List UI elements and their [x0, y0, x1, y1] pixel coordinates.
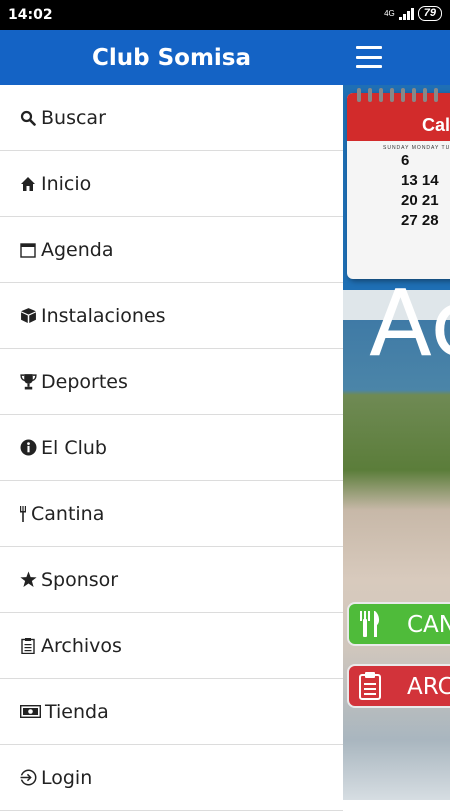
menu-item-label: Buscar	[41, 106, 106, 129]
network-type: 4G	[384, 8, 395, 18]
cantina-button[interactable]: CAN	[347, 602, 450, 646]
menu-item-archivos[interactable]: Archivos	[0, 613, 343, 679]
menu-item-sponsor[interactable]: Sponsor	[0, 547, 343, 613]
calendar-numbers: 6 13 14 20 21 27 28	[401, 152, 439, 229]
menu-item-tienda[interactable]: Tienda	[0, 679, 343, 745]
status-icons: 4G 79	[384, 6, 442, 21]
search-icon	[19, 109, 37, 127]
drawer-title: Club Somisa	[91, 44, 252, 71]
money-icon	[19, 703, 41, 721]
menu-item-label: Instalaciones	[41, 304, 166, 327]
menu-item-label: Deportes	[41, 370, 128, 393]
app-bar	[343, 30, 450, 85]
menu-item-label: Cantina	[31, 502, 105, 525]
club-photo	[343, 320, 450, 800]
agenda-banner[interactable]: Cal SUNDAY MONDAY TUESDA 6 13 14 20 21 2…	[343, 85, 450, 290]
menu-item-label: El Club	[41, 436, 107, 459]
menu-item-label: Login	[41, 766, 93, 789]
cantina-button-label: CAN	[407, 612, 450, 638]
menu-item-instalaciones[interactable]: Instalaciones	[0, 283, 343, 349]
banner-text: Ac	[369, 270, 450, 377]
menu-item-label: Inicio	[41, 172, 92, 195]
signal-icon	[398, 7, 414, 20]
navigation-drawer: Club Somisa Buscar Inicio Agenda Instala…	[0, 30, 343, 811]
calendar-image: Cal SUNDAY MONDAY TUESDA 6 13 14 20 21 2…	[347, 88, 450, 279]
menu-item-buscar[interactable]: Buscar	[0, 85, 343, 151]
menu-icon[interactable]	[356, 46, 382, 68]
battery-icon: 79	[417, 6, 442, 21]
cube-icon	[19, 307, 37, 325]
menu-item-deportes[interactable]: Deportes	[0, 349, 343, 415]
menu-item-agenda[interactable]: Agenda	[0, 217, 343, 283]
clipboard-icon	[19, 637, 37, 655]
status-time: 14:02	[8, 7, 53, 23]
main-content: Cal SUNDAY MONDAY TUESDA 6 13 14 20 21 2…	[343, 30, 450, 800]
menu-item-cantina[interactable]: Cantina	[0, 481, 343, 547]
menu-item-login[interactable]: Login	[0, 745, 343, 811]
drawer-header: Club Somisa	[0, 30, 343, 85]
menu-item-label: Tienda	[45, 700, 109, 723]
trophy-icon	[19, 373, 37, 391]
menu-item-el-club[interactable]: El Club	[0, 415, 343, 481]
login-icon	[19, 769, 37, 787]
fork-icon	[19, 505, 27, 523]
calendar-days: SUNDAY MONDAY TUESDA	[383, 145, 450, 151]
status-bar: 14:02 4G 79	[0, 0, 450, 30]
menu-item-label: Sponsor	[41, 568, 119, 591]
fork-knife-icon	[360, 611, 380, 637]
menu-item-label: Agenda	[41, 238, 114, 261]
menu-item-label: Archivos	[41, 634, 122, 657]
archivos-button-label: ARC	[407, 674, 450, 700]
info-icon	[19, 439, 37, 457]
clipboard-icon	[359, 672, 381, 700]
calendar-icon	[19, 241, 37, 259]
archivos-button[interactable]: ARC	[347, 664, 450, 708]
menu-item-inicio[interactable]: Inicio	[0, 151, 343, 217]
home-icon	[19, 175, 37, 193]
star-icon	[19, 571, 37, 589]
